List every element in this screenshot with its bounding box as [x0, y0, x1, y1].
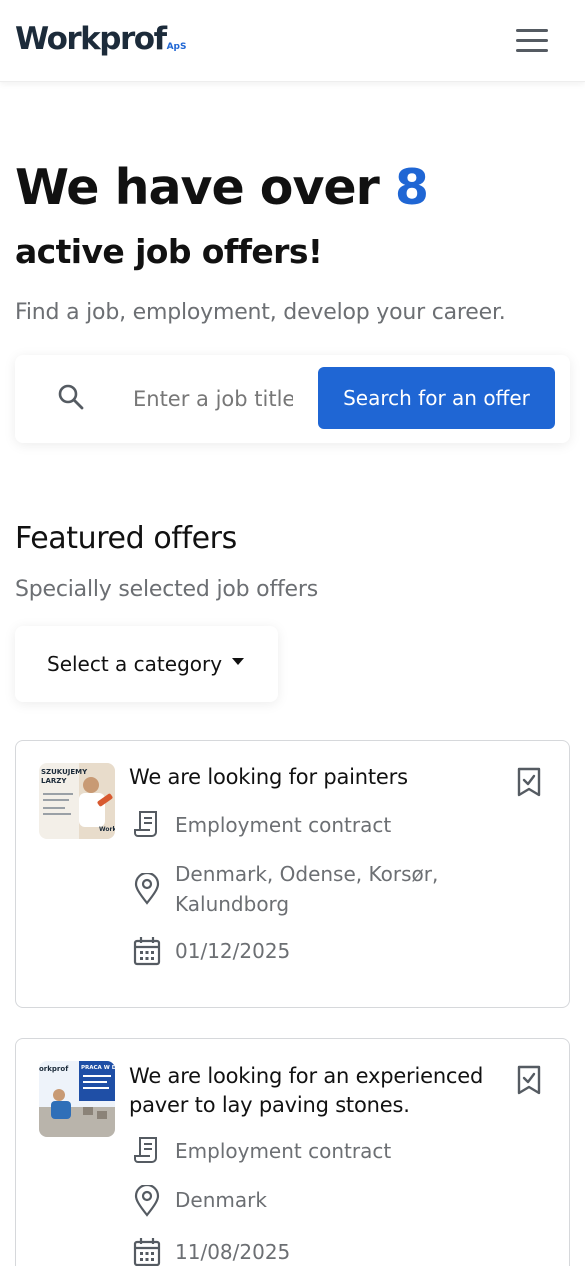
offer-location: Denmark, Odense, Korsør, Kalundborg: [175, 862, 439, 916]
site-header: Workprof ApS: [0, 0, 585, 82]
bookmark-icon[interactable]: [516, 1065, 542, 1095]
offer-contract: Employment contract: [175, 1139, 392, 1163]
contract-icon: [134, 811, 157, 837]
search-button[interactable]: Search for an offer: [318, 367, 555, 429]
offer-date: 01/12/2025: [175, 939, 291, 963]
svg-text:PRACA W DA: PRACA W DA: [81, 1065, 115, 1071]
search-icon: [58, 384, 84, 410]
search-box: Search for an offer: [15, 355, 570, 443]
offer-date: 11/08/2025: [175, 1240, 291, 1264]
svg-text:Work: Work: [99, 826, 115, 833]
featured-title: Featured offers: [15, 521, 237, 556]
contract-icon: [134, 1137, 157, 1163]
hamburger-menu-icon[interactable]: [512, 24, 552, 56]
calendar-icon: [133, 1238, 161, 1266]
location-pin-icon: [134, 873, 160, 905]
offer-thumbnail: SZUKUJEMY LARZY Work: [39, 763, 115, 839]
hero-title: We have over 8: [15, 155, 429, 221]
featured-subtitle: Specially selected job offers: [15, 577, 318, 602]
offer-date-row: 11/08/2025: [133, 1237, 475, 1266]
hero-subtitle: active job offers!: [15, 232, 323, 271]
offer-contract: Employment contract: [175, 813, 392, 837]
offer-title[interactable]: We are looking for an experienced paver …: [129, 1062, 514, 1120]
hero-description: Find a job, employment, develop your car…: [15, 300, 506, 325]
calendar-icon: [133, 937, 161, 966]
location-pin-icon: [134, 1185, 160, 1217]
svg-text:SZUKUJEMY: SZUKUJEMY: [41, 768, 88, 776]
svg-text:LARZY: LARZY: [41, 777, 67, 785]
logo-text: Workprof: [15, 21, 167, 57]
category-dropdown[interactable]: Select a category: [15, 626, 278, 702]
caret-down-icon: [232, 657, 245, 665]
category-label: Select a category: [47, 652, 223, 676]
job-offer-card[interactable]: SZUKUJEMY LARZY Work We are looking for …: [15, 740, 570, 1008]
svg-text:orkprof: orkprof: [39, 1065, 69, 1073]
logo-suffix: ApS: [166, 42, 187, 52]
offer-contract-row: Employment contract: [133, 1136, 475, 1166]
offer-location-row: Denmark, Odense, Korsør, Kalundborg: [133, 859, 475, 919]
workprof-logo[interactable]: Workprof ApS: [15, 18, 186, 64]
offer-title[interactable]: We are looking for painters: [129, 763, 514, 792]
offer-contract-row: Employment contract: [133, 810, 475, 840]
offer-location-row: Denmark: [133, 1185, 475, 1217]
hero-offer-count: 8: [394, 159, 429, 216]
offer-location: Denmark: [175, 1188, 267, 1212]
search-input[interactable]: [133, 381, 293, 417]
hero-title-prefix: We have over: [15, 159, 395, 216]
offer-date-row: 01/12/2025: [133, 936, 475, 966]
offer-thumbnail: orkprof PRACA W DA: [39, 1061, 115, 1137]
job-offer-card[interactable]: orkprof PRACA W DA We are looking for an…: [15, 1038, 570, 1266]
bookmark-icon[interactable]: [516, 767, 542, 797]
